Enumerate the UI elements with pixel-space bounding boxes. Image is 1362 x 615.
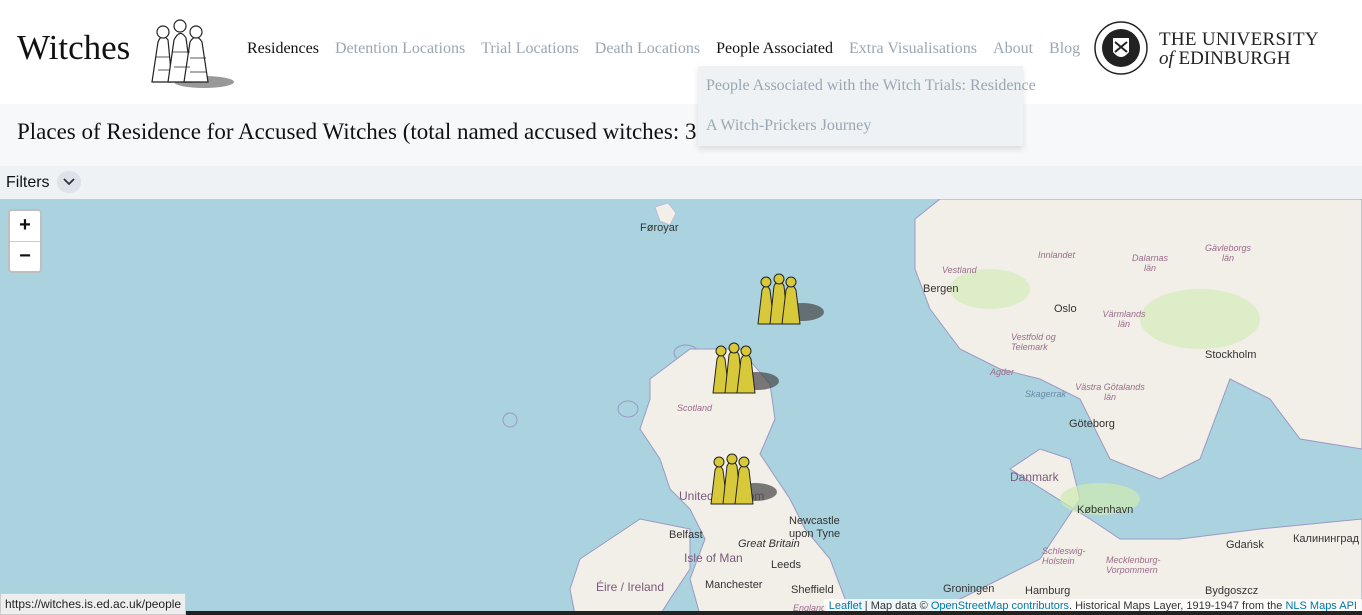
map-label-kobenhavn: København [1077, 504, 1134, 516]
map-label-vestland: Vestland [942, 265, 977, 275]
map-label-vestfold: Vestfold og Telemark [1011, 332, 1056, 352]
nav-residences[interactable]: Residences [247, 40, 319, 58]
page-title-bar: Places of Residence for Accused Witches … [0, 104, 1362, 167]
map-label-sheffield: Sheffield [791, 584, 834, 596]
university-name-line2: of EDINBURGH [1159, 48, 1291, 69]
map-label-mecklenburg: Mecklenburg-Vorpommern [1106, 555, 1161, 575]
map-label-scotland: Scotland [677, 403, 713, 413]
nav-trial-locations[interactable]: Trial Locations [481, 40, 579, 58]
nav-about[interactable]: About [993, 40, 1033, 58]
witch-marker-icon[interactable] [707, 341, 781, 399]
dropdown-item-residence[interactable]: People Associated with the Witch Trials:… [706, 77, 1036, 95]
status-url-tooltip: https://witches.is.ed.ac.uk/people [0, 593, 187, 615]
site-brand[interactable]: Witches [17, 28, 130, 68]
nav-extra-visualisations[interactable]: Extra Visualisations [849, 40, 977, 58]
zoom-control: + − [8, 209, 42, 273]
map-label-hamburg: Hamburg [1025, 585, 1071, 597]
map-label-kaliningrad: Калининград [1293, 533, 1360, 545]
nav-death-locations[interactable]: Death Locations [595, 40, 700, 58]
map-label-dalarnas: Dalarnas län [1131, 253, 1169, 273]
map-label-manchester: Manchester [705, 579, 763, 591]
map-label-groningen: Groningen [943, 583, 995, 595]
university-logo[interactable]: THE UNIVERSITY of EDINBURGH [1093, 20, 1323, 80]
map-label-agder: Agder [990, 367, 1015, 377]
map-label-eire: Éire / Ireland [596, 580, 665, 594]
site-header: Witches Residences Detention Locations T… [0, 0, 1362, 104]
filters-label[interactable]: Filters [6, 174, 50, 192]
page-title: Places of Residence for Accused Witches … [17, 119, 728, 144]
main-nav: Residences Detention Locations Trial Loc… [247, 40, 1080, 58]
witches-logo-icon[interactable] [140, 12, 236, 88]
zoom-out-button[interactable]: − [10, 242, 40, 272]
nav-detention-locations[interactable]: Detention Locations [335, 40, 465, 58]
map-label-schleswig: Schleswig-Holstein [1042, 546, 1086, 566]
nav-blog[interactable]: Blog [1049, 40, 1080, 58]
university-crest-icon [1094, 21, 1148, 75]
map-label-stockholm: Stockholm [1205, 349, 1257, 361]
map-label-innlandet: Innlandet [1038, 250, 1076, 260]
map-view[interactable]: + − Føroyar Scotland United Kingdom Belf… [0, 199, 1362, 615]
map-label-leeds: Leeds [771, 559, 801, 571]
map-label-gdansk: Gdańsk [1226, 539, 1264, 551]
map-label-danmark: Danmark [1010, 470, 1059, 484]
witch-marker-icon[interactable] [752, 272, 826, 330]
zoom-in-button[interactable]: + [10, 211, 40, 242]
map-label-belfast: Belfast [669, 529, 703, 541]
map-label-oslo: Oslo [1054, 303, 1077, 315]
bottom-edge [0, 611, 1362, 615]
map-label-goteborg: Göteborg [1069, 418, 1115, 430]
map-label-varmlands: Värmlands län [1102, 309, 1146, 329]
filters-bar[interactable]: Filters [0, 166, 1362, 199]
map-label-isle-of-man: Isle of Man [684, 551, 743, 565]
map-label-newcastle: Newcastle upon Tyne [789, 515, 841, 540]
chevron-down-icon[interactable] [57, 171, 81, 193]
dropdown-item-witch-pricker[interactable]: A Witch-Prickers Journey [706, 117, 871, 135]
map-label-faroe: Føroyar [640, 222, 679, 234]
witch-marker-icon[interactable] [705, 452, 779, 510]
map-label-gavleborgs: Gävleborgs län [1204, 243, 1252, 263]
map-label-bergen: Bergen [923, 283, 959, 295]
map-label-bydgoszcz: Bydgoszcz [1205, 585, 1259, 597]
nav-people-associated[interactable]: People Associated [716, 40, 833, 58]
map-label-vastra: Västra Götalands län [1075, 382, 1145, 402]
people-associated-dropdown: People Associated with the Witch Trials:… [698, 66, 1036, 146]
map-label-skagerrak: Skagerrak [1025, 389, 1067, 399]
